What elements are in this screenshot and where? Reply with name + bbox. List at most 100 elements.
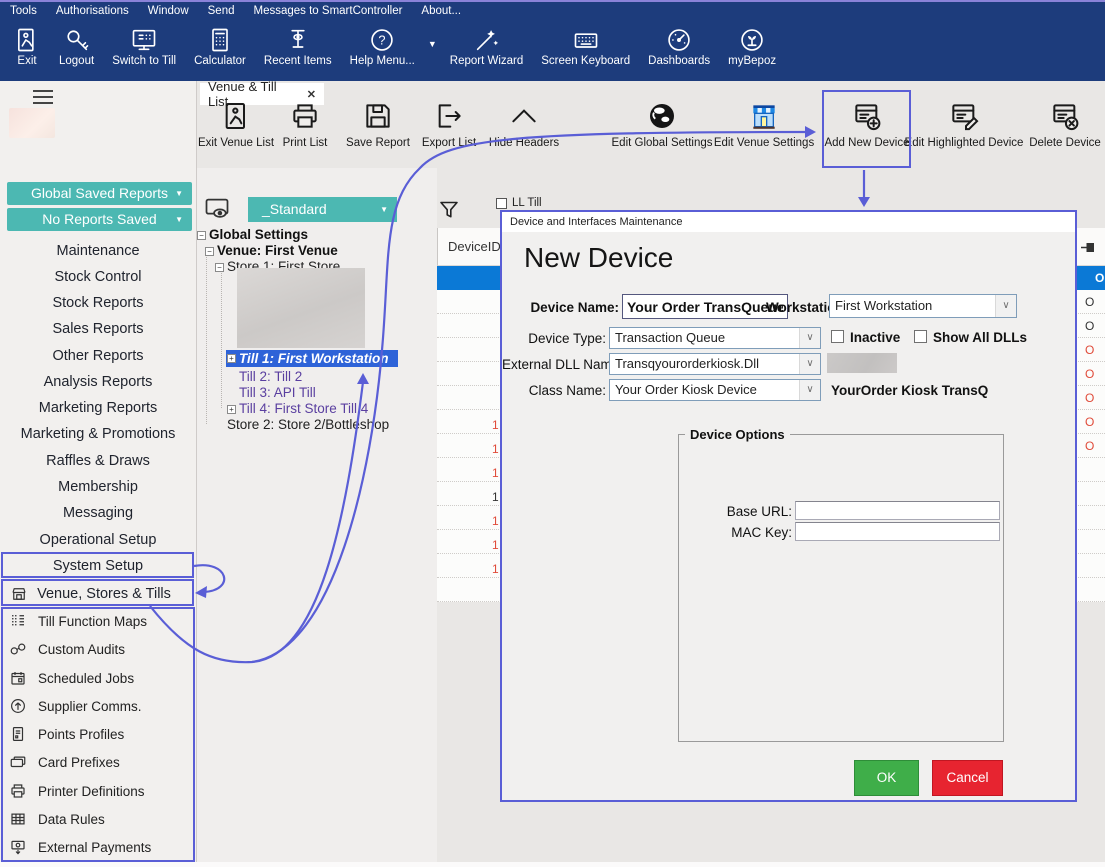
- menu-window[interactable]: Window: [148, 5, 189, 17]
- help-menu-button[interactable]: ? Help Menu...: [341, 23, 424, 70]
- tree-node-till-2[interactable]: Till 2: Till 2: [239, 369, 302, 385]
- close-icon[interactable]: ✕: [307, 88, 316, 101]
- sidebar-item-other-reports[interactable]: Other Reports: [0, 347, 196, 365]
- screen-keyboard-button[interactable]: Screen Keyboard: [532, 23, 639, 70]
- chevron-down-icon[interactable]: ∨: [799, 354, 820, 374]
- hide-headers-button[interactable]: Hide Headers: [488, 100, 560, 149]
- sidebar-item-card-prefixes[interactable]: Card Prefixes: [9, 752, 120, 772]
- external-payments-label: External Payments: [38, 840, 151, 855]
- sidebar-item-points-profiles[interactable]: Points Profiles: [9, 724, 124, 744]
- show-all-dlls-checkbox[interactable]: [914, 330, 927, 343]
- sidebar-item-stock-control[interactable]: Stock Control: [0, 268, 196, 286]
- sidebar-item-custom-audits[interactable]: Custom Audits: [9, 639, 125, 659]
- chevron-down-icon[interactable]: ∨: [799, 328, 820, 348]
- mac-key-input[interactable]: [795, 522, 1000, 541]
- filter-funnel-icon[interactable]: [437, 198, 461, 222]
- tree-node-store-2[interactable]: Store 2: Store 2/Bottleshop: [227, 417, 389, 433]
- tree-collapse-icon[interactable]: −: [205, 247, 214, 256]
- help-menu-dropdown-icon[interactable]: ▼: [424, 39, 441, 49]
- chevron-up-icon: [508, 100, 540, 132]
- switch-to-till-button[interactable]: Switch to Till: [103, 23, 185, 70]
- tree-node-till-3[interactable]: Till 3: API Till: [239, 385, 316, 401]
- sidebar-item-till-function-maps[interactable]: Till Function Maps: [9, 611, 147, 631]
- menu-authorisations[interactable]: Authorisations: [56, 5, 129, 17]
- storefront-icon: [10, 585, 28, 603]
- logout-label: Logout: [59, 55, 94, 67]
- delete-device-button[interactable]: Delete Device: [1028, 100, 1102, 149]
- tree-node-venue-first-venue[interactable]: Venue: First Venue: [217, 243, 338, 259]
- print-list-button[interactable]: Print List: [270, 100, 340, 149]
- tree-node-global-settings[interactable]: Global Settings: [209, 227, 308, 243]
- mybepoz-button[interactable]: myBepoz: [719, 23, 785, 70]
- dashboards-button[interactable]: Dashboards: [639, 23, 719, 70]
- sidebar-item-membership[interactable]: Membership: [0, 478, 196, 496]
- cancel-button[interactable]: Cancel: [932, 760, 1003, 796]
- sidebar-item-stock-reports[interactable]: Stock Reports: [0, 294, 196, 312]
- base-url-input[interactable]: [795, 501, 1000, 520]
- edit-highlighted-device-button[interactable]: Edit Highlighted Device: [908, 100, 1020, 149]
- till-function-maps-label: Till Function Maps: [38, 614, 147, 629]
- menu-send[interactable]: Send: [208, 5, 235, 17]
- sidebar-item-printer-definitions[interactable]: Printer Definitions: [9, 781, 145, 801]
- save-report-button[interactable]: Save Report: [342, 100, 414, 149]
- menu-about[interactable]: About...: [421, 5, 461, 17]
- sidebar-item-analysis-reports[interactable]: Analysis Reports: [0, 373, 196, 391]
- tree-collapse-icon[interactable]: −: [215, 263, 224, 272]
- report-wizard-button[interactable]: Report Wizard: [441, 23, 533, 70]
- inactive-label: Inactive: [850, 330, 900, 345]
- sidebar-item-system-setup[interactable]: System Setup: [0, 553, 196, 579]
- chevron-down-icon: ▼: [380, 197, 388, 222]
- logout-button[interactable]: Logout: [50, 23, 103, 70]
- menu-tools[interactable]: Tools: [10, 5, 37, 17]
- deviceid-column-header[interactable]: DeviceID: [448, 239, 501, 254]
- device-name-input[interactable]: [622, 294, 788, 319]
- sidebar-item-data-rules[interactable]: Data Rules: [9, 809, 105, 829]
- class-name-dropdown[interactable]: Your Order Kiosk Device ∨: [609, 379, 821, 401]
- tree-collapse-icon[interactable]: −: [197, 231, 206, 240]
- sidebar-item-supplier-comms[interactable]: Supplier Comms.: [9, 696, 142, 716]
- edit-venue-settings-button[interactable]: Edit Venue Settings: [714, 100, 814, 149]
- edit-global-settings-button[interactable]: Edit Global Settings: [612, 100, 712, 149]
- exit-button[interactable]: Exit: [4, 23, 50, 70]
- dialog-title: Device and Interfaces Maintenance: [510, 216, 682, 228]
- ok-button[interactable]: OK: [854, 760, 919, 796]
- tree-node-till-1-selected[interactable]: Till 1: First Workstation: [226, 350, 398, 367]
- device-type-dropdown[interactable]: Transaction Queue ∨: [609, 327, 821, 349]
- chevron-down-icon[interactable]: ∨: [995, 295, 1016, 317]
- till-list-view-icon[interactable]: [203, 195, 231, 223]
- sidebar-item-venue-stores-tills[interactable]: Venue, Stores & Tills: [0, 580, 196, 607]
- recent-items-button[interactable]: Recent Items: [255, 23, 341, 70]
- svg-text:?: ?: [379, 33, 386, 48]
- calculator-icon: [206, 26, 234, 54]
- plant-icon: [738, 26, 766, 54]
- external-dll-dropdown[interactable]: Transqyourorderkiosk.Dll ∨: [609, 353, 821, 375]
- inactive-checkbox[interactable]: [831, 330, 844, 343]
- tree-expand-icon[interactable]: +: [227, 354, 236, 363]
- tree-expand-icon[interactable]: +: [227, 405, 236, 414]
- sidebar-item-marketing-promotions[interactable]: Marketing & Promotions: [0, 425, 196, 443]
- no-reports-saved-dropdown[interactable]: No Reports Saved ▼: [7, 208, 192, 231]
- sidebar-item-messaging[interactable]: Messaging: [0, 504, 196, 522]
- exit-venue-list-button[interactable]: Exit Venue List: [196, 100, 276, 149]
- sidebar-item-raffles-draws[interactable]: Raffles & Draws: [0, 452, 196, 470]
- sidebar-item-sales-reports[interactable]: Sales Reports: [0, 320, 196, 338]
- tree-node-till-4[interactable]: Till 4: First Store Till 4: [239, 401, 368, 417]
- chevron-down-icon[interactable]: ∨: [799, 380, 820, 400]
- sidebar-item-operational-setup[interactable]: Operational Setup: [0, 531, 196, 549]
- sidebar-item-marketing-reports[interactable]: Marketing Reports: [0, 399, 196, 417]
- workstation-dropdown[interactable]: First Workstation ∨: [829, 294, 1017, 318]
- calculator-button[interactable]: Calculator: [185, 23, 255, 70]
- sidebar-item-scheduled-jobs[interactable]: Scheduled Jobs: [9, 668, 134, 688]
- mac-key-label: MAC Key:: [692, 525, 792, 540]
- export-list-button[interactable]: Export List: [415, 100, 483, 149]
- global-saved-reports-dropdown[interactable]: Global Saved Reports ▼: [7, 182, 192, 205]
- hamburger-menu-icon[interactable]: [33, 90, 53, 108]
- add-new-device-button[interactable]: Add New Device: [824, 100, 910, 149]
- floppy-disk-icon: [362, 100, 394, 132]
- sidebar-item-maintenance[interactable]: Maintenance: [0, 242, 196, 260]
- dialog-title-bar[interactable]: Device and Interfaces Maintenance: [502, 212, 1075, 232]
- report-preset-dropdown[interactable]: _Standard ▼: [248, 197, 397, 222]
- pin-icon[interactable]: [1080, 240, 1096, 256]
- sidebar-item-external-payments[interactable]: External Payments: [9, 837, 151, 857]
- menu-messages-smartcontroller[interactable]: Messages to SmartController: [254, 5, 403, 17]
